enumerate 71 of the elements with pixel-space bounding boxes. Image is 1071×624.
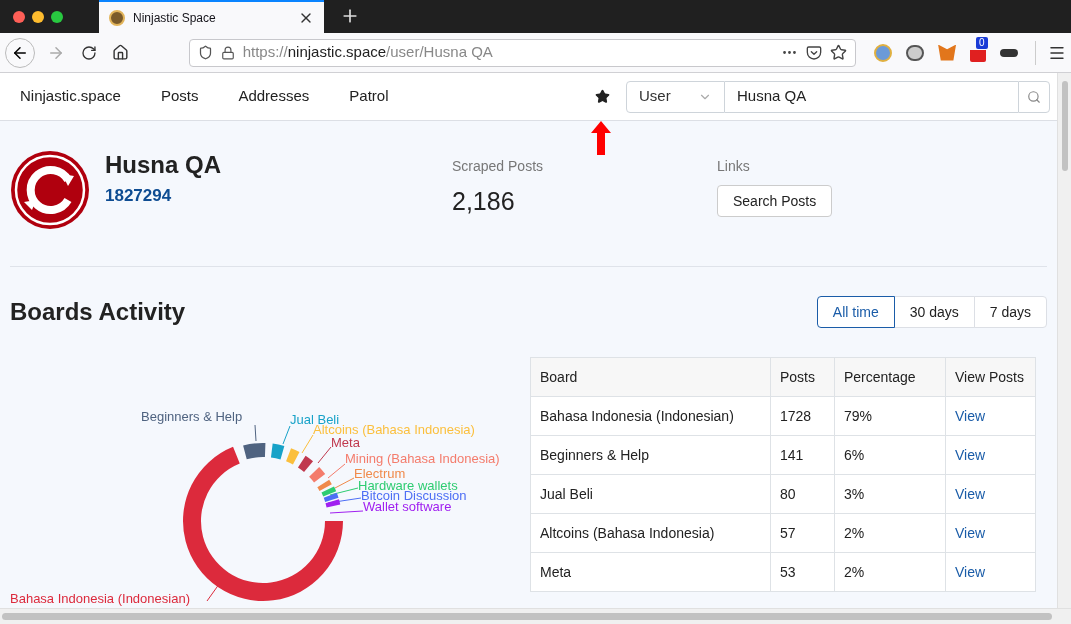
table-cell: Bahasa Indonesia (Indonesian)	[530, 396, 771, 436]
stat-value: 2,186	[452, 186, 516, 217]
table-cell: 57	[770, 513, 835, 553]
browser-tab[interactable]: Ninjastic Space	[99, 0, 324, 33]
mask-icon[interactable]	[1000, 48, 1019, 57]
pocket-icon[interactable]	[806, 44, 823, 61]
vertical-scrollbar[interactable]	[1057, 73, 1071, 608]
table-cell: 79%	[834, 396, 946, 436]
table-cell: Meta	[530, 552, 771, 592]
badge: 0	[976, 36, 988, 49]
table-cell: 141	[770, 435, 835, 475]
url-text: https://ninjastic.space/user/Husna QA	[242, 42, 493, 63]
search-field[interactable]: Husna QA	[725, 80, 1018, 113]
view-link[interactable]: View	[955, 485, 986, 502]
links-label: Links	[717, 157, 750, 176]
stat-label: Scraped Posts	[452, 157, 545, 176]
chart-label: Beginners & Help	[141, 409, 243, 424]
chart-label: Bahasa Indonesia (Indonesian)	[10, 591, 190, 606]
user-id-link[interactable]: 1827294	[105, 183, 452, 209]
extension-icon[interactable]	[970, 49, 987, 62]
favicon-icon	[109, 9, 125, 26]
bookmark-star-icon[interactable]	[830, 44, 848, 61]
column-header: Percentage	[834, 357, 946, 397]
shield-icon[interactable]	[197, 45, 213, 60]
nav-link[interactable]: Patrol	[349, 85, 389, 108]
table-cell: 3%	[834, 474, 946, 514]
range-tab[interactable]: 30 days	[893, 296, 975, 328]
lock-icon	[220, 45, 235, 60]
nav-link[interactable]: Addresses	[238, 85, 310, 108]
user-name: Husna QA	[105, 150, 222, 180]
pointer-arrow	[591, 121, 611, 155]
chart-label: Electrum	[354, 466, 406, 481]
table-cell: Altcoins (Bahasa Indonesia)	[530, 513, 771, 553]
section-heading: Boards Activity	[10, 297, 186, 327]
star-icon[interactable]	[595, 89, 610, 104]
home-icon[interactable]	[111, 44, 129, 61]
nav-link[interactable]: Posts	[160, 85, 199, 108]
minimize-window-icon[interactable]	[32, 10, 44, 23]
type-select[interactable]: User	[626, 80, 725, 113]
view-link[interactable]: View	[955, 563, 986, 580]
view-link[interactable]: View	[955, 524, 986, 541]
address-bar[interactable]: https://ninjastic.space/user/Husna QA	[188, 38, 857, 67]
table-cell: Jual Beli	[530, 474, 771, 514]
table-cell: 53	[770, 552, 835, 592]
search-icon	[1027, 89, 1041, 104]
table-cell: 80	[770, 474, 835, 514]
horizontal-scrollbar[interactable]	[0, 608, 1071, 624]
range-tab[interactable]: 7 days	[973, 296, 1047, 328]
nav-link[interactable]: Ninjastic.space	[20, 85, 121, 108]
search-posts-button[interactable]: Search Posts	[717, 185, 833, 217]
maximize-window-icon[interactable]	[51, 10, 63, 23]
close-window-icon[interactable]	[13, 10, 25, 23]
speech-bubble-icon[interactable]	[906, 44, 925, 61]
table-cell: 1728	[770, 396, 835, 436]
chart-label: Meta	[331, 435, 360, 450]
column-header: Posts	[770, 357, 835, 397]
table-cell: 6%	[834, 435, 946, 475]
table-cell: Beginners & Help	[530, 435, 771, 475]
column-header: Board	[530, 357, 771, 397]
chart-label: Mining (Bahasa Indonesia)	[345, 451, 500, 466]
chart-label: Wallet software	[363, 499, 452, 514]
extension-icon[interactable]	[874, 43, 893, 62]
view-link[interactable]: View	[955, 407, 986, 424]
table-cell: 2%	[834, 552, 946, 592]
fox-icon[interactable]	[938, 44, 957, 61]
column-header: View Posts	[945, 357, 1036, 397]
logo-icon	[10, 150, 90, 230]
view-link[interactable]: View	[955, 446, 986, 463]
table-cell: 2%	[834, 513, 946, 553]
reload-icon[interactable]	[80, 44, 97, 61]
range-tab[interactable]: All time	[816, 296, 895, 328]
